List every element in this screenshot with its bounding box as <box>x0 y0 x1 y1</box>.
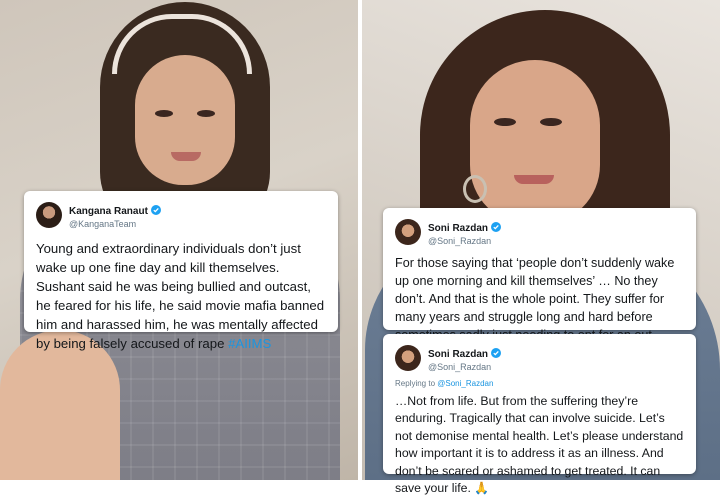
display-name[interactable]: Soni Razdan <box>428 223 488 234</box>
tweet-text: Young and extraordinary individuals don’… <box>36 239 326 353</box>
tweet-card-kangana[interactable]: Kangana Ranaut @KanganaTeam Young and ex… <box>24 191 338 351</box>
folded-hands-emoji-icon: 🙏 <box>474 481 490 496</box>
eye-right-soni <box>540 118 562 126</box>
avatar[interactable] <box>395 345 421 372</box>
eye-left-soni <box>494 118 516 126</box>
avatar[interactable] <box>395 219 421 246</box>
reply-mention-link[interactable]: @Soni_Razdan <box>437 379 493 388</box>
tweet-body-text: …Not from life. But from the suffering t… <box>395 393 684 496</box>
reply-prefix: Replying to <box>395 378 436 388</box>
display-name[interactable]: Kangana Ranaut <box>69 206 148 217</box>
verified-badge-icon <box>150 205 161 215</box>
hashtag-link[interactable]: #AIIMS <box>228 334 271 353</box>
reply-context: Replying to @Soni_Razdan <box>395 379 684 388</box>
face-shape <box>135 55 235 185</box>
lips-shape <box>171 152 201 161</box>
handle[interactable]: @KanganaTeam <box>69 219 161 229</box>
tweet-card-soni-2[interactable]: Soni Razdan @Soni_Razdan Replying to @So… <box>383 334 696 495</box>
eye-left <box>155 110 173 117</box>
face-shape-soni <box>470 60 600 225</box>
eye-right <box>197 110 215 117</box>
tweet-text: …Not from life. But from the suffering t… <box>395 393 684 498</box>
tweet-header: Soni Razdan @Soni_Razdan <box>395 344 684 373</box>
handle[interactable]: @Soni_Razdan <box>428 236 501 246</box>
tweet-card-soni-1[interactable]: Soni Razdan @Soni_Razdan For those sayin… <box>383 208 696 342</box>
tweet-text: For those saying that ‘people don’t sudd… <box>395 255 675 342</box>
display-name[interactable]: Soni Razdan <box>428 349 488 360</box>
tweet-body-text: Young and extraordinary individuals don’… <box>36 240 325 351</box>
lips-shape-soni <box>514 175 554 184</box>
verified-badge-icon <box>491 222 502 232</box>
earring-shape <box>463 175 487 203</box>
avatar[interactable] <box>36 202 62 229</box>
handle[interactable]: @Soni_Razdan <box>428 362 501 372</box>
tweet-header: Soni Razdan @Soni_Razdan <box>395 218 684 247</box>
verified-badge-icon <box>491 348 502 358</box>
tweet-header: Kangana Ranaut @KanganaTeam <box>36 201 326 230</box>
